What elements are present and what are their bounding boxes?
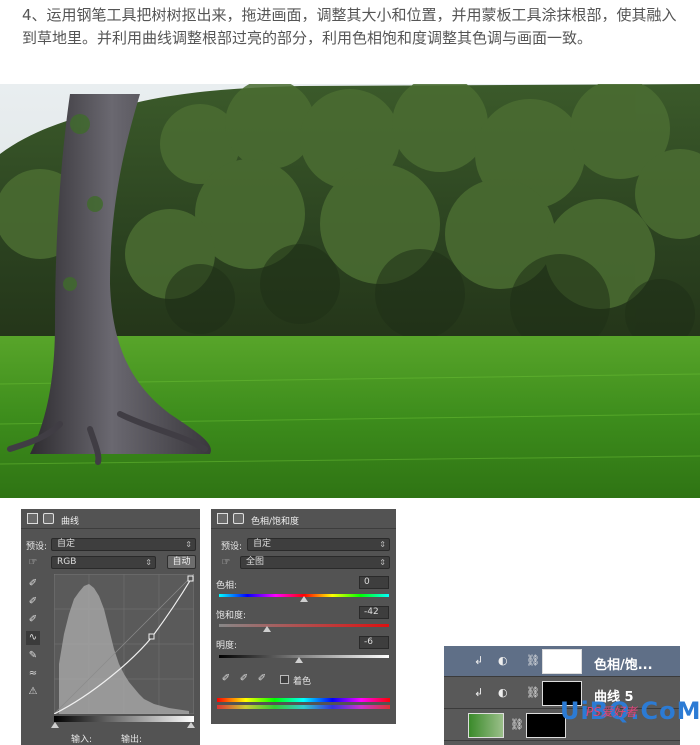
curves-preset-label: 预设: — [26, 542, 48, 552]
hue-icon — [217, 513, 228, 524]
curves-title: 曲线 — [61, 517, 80, 527]
curves-graph[interactable] — [54, 574, 194, 714]
link-icon[interactable]: ⛓ — [526, 686, 540, 699]
input-label: 输入: — [71, 735, 93, 745]
curves-icon — [27, 513, 38, 524]
select-arrow-icon: ⇕ — [145, 558, 152, 567]
layer-mask-thumbnail — [542, 649, 582, 674]
hue-slider-thumb[interactable] — [300, 596, 308, 602]
layer-row-hue[interactable]: ↲ ◐ ⛓ 色相/饱... — [444, 646, 680, 677]
hue-saturation-panel: 色相/饱和度 预设: 自定 ⇕ ☞ 全图 ⇕ 色相: 0 饱和度: -42 明度: … — [211, 509, 396, 724]
lightness-value-field[interactable]: -6 — [359, 636, 389, 649]
hue-spectrum-bottom — [217, 705, 390, 709]
adjustment-icon: ◐ — [498, 654, 508, 667]
colorize-checkbox[interactable] — [280, 675, 289, 684]
scene-image — [0, 84, 700, 498]
curves-auto-button[interactable]: 自动 — [167, 555, 196, 569]
layer-name: 色相/饱... — [594, 658, 653, 673]
curves-gradient-bar — [54, 716, 194, 722]
watermark-small-text: PS爱好者 — [586, 705, 637, 719]
forest-tree-illustration — [0, 84, 700, 498]
curves-preset-select[interactable]: 自定 ⇕ — [51, 538, 196, 551]
hue-value-field[interactable]: 0 — [359, 576, 389, 589]
eyedropper-subtract-icon[interactable]: ✐ — [255, 672, 269, 686]
saturation-slider-thumb[interactable] — [263, 626, 271, 632]
link-icon[interactable]: ⛓ — [526, 654, 540, 667]
instruction-text: 4、运用钢笔工具把树树抠出来，拖进画面，调整其大小和位置，并用蒙板工具涂抹根部，… — [22, 6, 677, 47]
eyedropper-add-icon[interactable]: ✐ — [237, 672, 251, 686]
tree-layer-thumbnail — [468, 713, 504, 738]
white-point-slider[interactable] — [187, 722, 195, 728]
curves-channel-select[interactable]: RGB ⇕ — [51, 556, 156, 569]
hue-preset-label: 预设: — [221, 542, 243, 552]
curves-panel-header: 曲线 — [21, 509, 200, 529]
clip-warning-icon[interactable]: ⚠ — [26, 685, 40, 699]
hand-target-icon[interactable]: ☞ — [219, 556, 233, 570]
eyedropper-icon[interactable]: ✐ — [219, 672, 233, 686]
eyedropper-black-icon[interactable]: ✐ — [26, 577, 40, 591]
saturation-slider-track[interactable] — [219, 624, 389, 627]
adjustment-icon: ◐ — [498, 686, 508, 699]
hand-target-icon[interactable]: ☞ — [26, 556, 40, 570]
eyedropper-white-icon[interactable]: ✐ — [26, 613, 40, 627]
colorize-label: 着色 — [293, 677, 312, 687]
smooth-icon[interactable]: ≈ — [26, 667, 40, 681]
lightness-label: 明度: — [216, 641, 238, 651]
hue-preset-value: 自定 — [253, 539, 272, 549]
clip-arrow-icon: ↲ — [474, 654, 484, 667]
select-arrow-icon: ⇕ — [379, 540, 386, 549]
mask-icon — [43, 513, 54, 524]
select-arrow-icon: ⇕ — [185, 540, 192, 549]
layers-panel: ↲ ◐ ⛓ 色相/饱... ↲ ◐ ⛓ 曲线 5 ⛓ — [444, 646, 680, 745]
select-arrow-icon: ⇕ — [379, 558, 386, 567]
hue-spectrum-top — [217, 698, 390, 702]
curve-edit-icon[interactable]: ∿ — [26, 631, 40, 645]
hue-range-value: 全图 — [246, 557, 265, 567]
hue-label: 色相: — [216, 581, 238, 591]
pencil-icon[interactable]: ✎ — [26, 649, 40, 663]
eyedropper-gray-icon[interactable]: ✐ — [26, 595, 40, 609]
hue-range-select[interactable]: 全图 ⇕ — [240, 556, 390, 569]
lightness-slider-thumb[interactable] — [295, 657, 303, 663]
hue-preset-select[interactable]: 自定 ⇕ — [247, 538, 390, 551]
curves-channel-value: RGB — [57, 557, 77, 567]
hue-title: 色相/饱和度 — [251, 517, 300, 527]
hue-panel-header: 色相/饱和度 — [211, 509, 396, 529]
mask-icon — [233, 513, 244, 524]
link-icon[interactable]: ⛓ — [510, 718, 524, 731]
curves-preset-value: 自定 — [57, 539, 76, 549]
saturation-value-field[interactable]: -42 — [359, 606, 389, 619]
output-label: 输出: — [121, 735, 143, 745]
lightness-slider-track[interactable] — [219, 655, 389, 658]
black-point-slider[interactable] — [51, 722, 59, 728]
clip-arrow-icon: ↲ — [474, 686, 484, 699]
curves-panel: 曲线 预设: 自定 ⇕ ☞ RGB ⇕ 自动 ✐ ✐ ✐ ∿ ✎ ≈ ⚠ 输入: 输… — [21, 509, 200, 745]
saturation-label: 饱和度: — [216, 611, 247, 621]
